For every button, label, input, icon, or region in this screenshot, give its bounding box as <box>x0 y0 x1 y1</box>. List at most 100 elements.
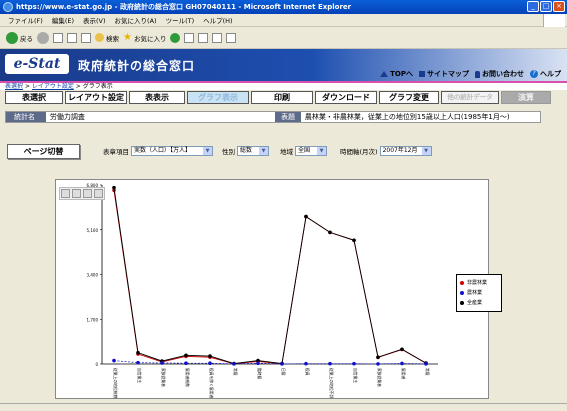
menu-bar: ファイル(F) 編集(E) 表示(V) お気に入り(A) ツール(T) ヘルプ(… <box>0 14 567 27</box>
data-point <box>376 362 380 366</box>
x-tick-label: 雇用者総数 <box>185 368 190 387</box>
menu-tools[interactable]: ツール(T) <box>166 15 195 25</box>
time-select[interactable]: 2007年12月 ▼ <box>379 146 432 156</box>
tab-layout[interactable]: レイアウト設定 <box>65 91 127 104</box>
copy-icon[interactable] <box>72 189 81 198</box>
item-control: 表章項目 実数（人口）【万人】 ▼ <box>103 146 213 156</box>
item-label: 表章項目 <box>103 148 129 156</box>
y-tick-label: 3,400 <box>87 273 99 278</box>
tab-graph-view[interactable]: グラフ表示 <box>187 91 249 104</box>
window-title-bar: https://www.e-stat.go.jp - 政府統計の総合窓口 GH0… <box>0 0 567 14</box>
data-point <box>328 230 332 235</box>
contact-link[interactable]: お問い合わせ <box>475 69 524 79</box>
data-point <box>160 361 164 365</box>
save-icon[interactable] <box>61 189 70 198</box>
x-tick-label: 自営業主 <box>137 368 142 383</box>
data-point <box>376 355 380 359</box>
window-title: https://www.e-stat.go.jp - 政府統計の総合窓口 GH0… <box>16 3 352 11</box>
time-label: 時間軸(月次) <box>340 148 378 156</box>
data-point <box>352 361 356 366</box>
menu-help[interactable]: ヘルプ(H) <box>203 15 232 25</box>
data-point <box>304 214 308 219</box>
x-tick-label: 家族従業者 <box>161 368 166 387</box>
data-point <box>184 361 188 366</box>
x-tick-label: 従業上の地位不詳 <box>329 368 334 399</box>
area-control: 地域 全国 ▼ <box>280 146 327 156</box>
estat-logo[interactable]: e-Stat <box>5 54 69 74</box>
breadcrumb-layout[interactable]: レイアウト設定 <box>32 83 74 90</box>
tab-table-select[interactable]: 表選択 <box>5 91 63 104</box>
help-link[interactable]: ? ヘルプ <box>530 69 561 79</box>
y-tick-label: 5,100 <box>87 228 99 233</box>
tab-graph-change[interactable]: グラフ変更 <box>379 91 439 104</box>
refresh-icon[interactable] <box>67 32 77 43</box>
header-links: TOPへ サイトマップ お問い合わせ ? ヘルプ <box>380 69 561 79</box>
top-link[interactable]: TOPへ <box>380 69 413 79</box>
search-button[interactable]: 検索 <box>95 33 119 43</box>
tab-print[interactable]: 印刷 <box>251 91 313 104</box>
forward-arrow-icon[interactable] <box>37 31 49 44</box>
menu-file[interactable]: ファイル(F) <box>8 15 43 25</box>
print-icon[interactable] <box>94 189 103 198</box>
close-icon[interactable]: × <box>553 1 565 12</box>
x-tick-label: 自営業主 <box>353 368 358 383</box>
mail-icon[interactable] <box>184 32 195 43</box>
edit-icon[interactable] <box>212 32 223 43</box>
function-tabs: 表選択 レイアウト設定 表表示 グラフ表示 印刷 ダウンロード グラフ変更 他の… <box>5 91 551 104</box>
x-tick-label: 常雇 <box>425 368 430 376</box>
sex-select[interactable]: 総数 ▼ <box>237 146 269 156</box>
breadcrumb: 表選択 > レイアウト設定 > グラフ表示 <box>0 81 567 90</box>
chart-toolbar <box>59 187 105 200</box>
sex-control: 性別 総数 ▼ <box>222 146 269 156</box>
menu-edit[interactable]: 編集(E) <box>52 15 74 25</box>
media-icon[interactable] <box>170 32 181 43</box>
x-tick-label: 役員を除く雇用者 <box>209 368 214 399</box>
page-switch-button[interactable]: ページ切替 <box>7 144 80 159</box>
chart-panel: 0 1,700 3,400 5,100 6,800 従業上の地位総数 自営業主 家族従業者 雇用… <box>55 179 489 399</box>
breadcrumb-table-select[interactable]: 表選択 <box>5 83 23 90</box>
site-title: 政府統計の総合窓口 <box>78 59 196 73</box>
legend-swatch <box>460 281 464 285</box>
minimize-icon[interactable]: _ <box>527 1 539 12</box>
maximize-icon[interactable]: □ <box>540 1 552 12</box>
x-tick-label: 日雇 <box>281 368 286 376</box>
area-select[interactable]: 全国 ▼ <box>295 146 327 156</box>
data-point <box>304 361 308 366</box>
zoom-icon[interactable] <box>83 189 92 198</box>
x-tick-label: 役員 <box>305 368 310 376</box>
series-line <box>113 187 427 365</box>
legend-swatch <box>460 291 464 295</box>
x-tick-label: 家族従業者 <box>377 368 382 387</box>
menu-favorites[interactable]: お気に入り(A) <box>115 15 157 25</box>
item-select[interactable]: 実数（人口）【万人】 ▼ <box>131 146 213 156</box>
chevron-down-icon: ▼ <box>317 147 326 155</box>
menu-view[interactable]: 表示(V) <box>83 15 106 25</box>
sitemap-link[interactable]: サイトマップ <box>419 69 469 79</box>
data-point <box>232 362 236 366</box>
chevron-down-icon: ▼ <box>203 147 212 155</box>
legend-swatch <box>460 301 464 305</box>
tab-download[interactable]: ダウンロード <box>315 91 377 104</box>
stat-name-label: 統計名 <box>6 112 46 122</box>
stop-icon[interactable] <box>53 32 63 43</box>
data-point <box>136 350 140 355</box>
top-icon <box>380 71 389 77</box>
back-button[interactable]: 戻る <box>6 31 33 44</box>
home-icon[interactable] <box>81 32 91 43</box>
data-point <box>184 353 188 358</box>
tab-table-view[interactable]: 表表示 <box>129 91 185 104</box>
time-control: 時間軸(月次) 2007年12月 ▼ <box>340 146 432 156</box>
x-tick-label: 臨時雇 <box>257 368 262 380</box>
print-icon[interactable] <box>198 32 209 43</box>
stat-name-value: 労働力調査 <box>49 113 85 121</box>
data-point <box>280 362 284 366</box>
messenger-icon[interactable] <box>226 32 237 43</box>
window-controls: _ □ × <box>527 1 565 12</box>
favorites-button[interactable]: ★ お気に入り <box>123 32 166 43</box>
breadcrumb-graph: グラフ表示 <box>82 83 113 90</box>
legend-item: 非農林業 <box>460 278 498 288</box>
y-tick-label: 1,700 <box>87 317 99 322</box>
legend-item: 農林業 <box>460 288 498 298</box>
area-label: 地域 <box>280 148 293 156</box>
star-icon: ★ <box>123 32 132 43</box>
